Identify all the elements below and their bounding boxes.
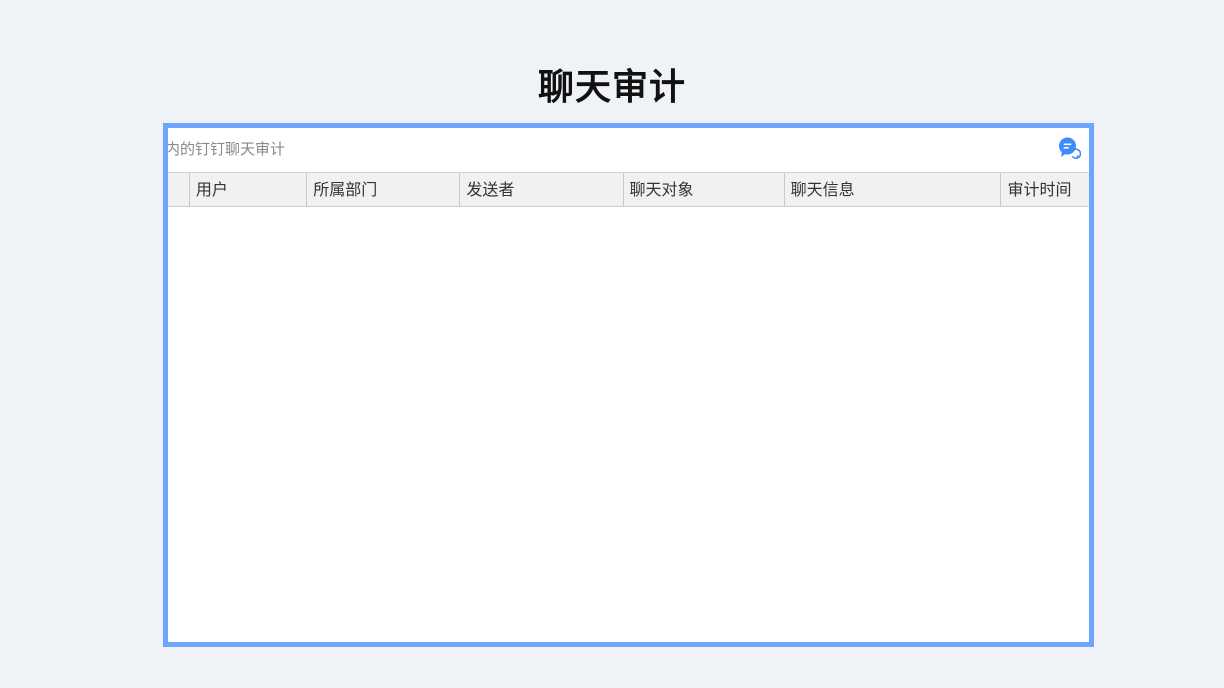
- column-header-user[interactable]: 用户: [190, 173, 308, 206]
- column-header-chat-message[interactable]: 聊天信息: [785, 173, 1002, 206]
- column-header-sender[interactable]: 发送者: [460, 173, 624, 206]
- chat-bubble-icon[interactable]: [1057, 136, 1082, 160]
- screenshot-frame: 内的钉钉聊天审计 用户 所属部门 发送者 聊天对象 聊天信息 审计时间: [163, 123, 1094, 647]
- table-header: 用户 所属部门 发送者 聊天对象 聊天信息 审计时间: [168, 172, 1089, 207]
- table-body: [168, 207, 1089, 642]
- column-header-audit-time[interactable]: 审计时间: [1001, 173, 1089, 206]
- column-header-chat-target[interactable]: 聊天对象: [624, 173, 785, 206]
- toolbar-title: 内的钉钉聊天审计: [165, 140, 286, 158]
- page-title: 聊天审计: [537, 67, 686, 108]
- column-header-select[interactable]: [168, 173, 190, 206]
- column-header-department[interactable]: 所属部门: [307, 173, 461, 206]
- toolbar: 内的钉钉聊天审计: [168, 128, 1089, 172]
